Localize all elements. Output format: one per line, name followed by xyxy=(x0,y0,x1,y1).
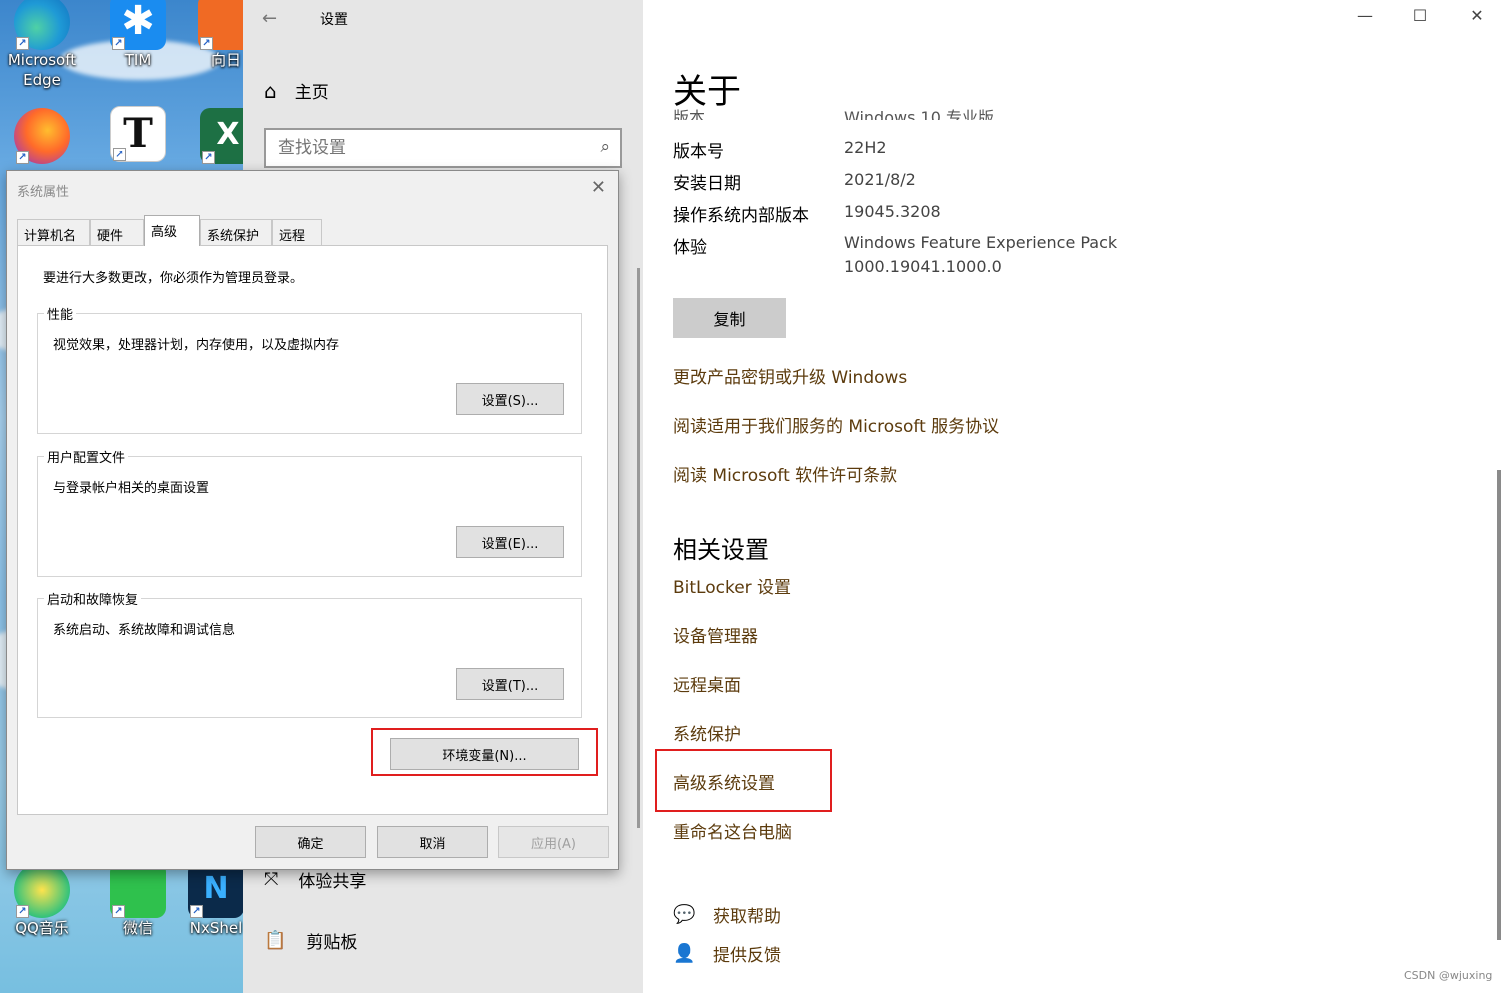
nav-home[interactable]: ⌂ 主页 xyxy=(264,78,329,104)
tim-icon: ✱ ↗ xyxy=(110,0,166,50)
maximize-icon[interactable]: ☐ xyxy=(1405,6,1435,25)
group-title: 性能 xyxy=(44,304,77,323)
qqmusic-icon: ↗ xyxy=(14,862,70,918)
desktop-icon-wechat[interactable]: ↗ 微信 xyxy=(98,862,178,938)
tab-remote[interactable]: 远程 xyxy=(272,219,322,245)
group-title: 启动和故障恢复 xyxy=(44,589,142,608)
tab-system-protection[interactable]: 系统保护 xyxy=(200,219,272,245)
tab-computer-name[interactable]: 计算机名 xyxy=(17,219,90,245)
apply-button[interactable]: 应用(A) xyxy=(498,826,609,858)
main-scrollbar[interactable] xyxy=(1497,470,1501,940)
spec-row-edition-partial: 版本 Windows 10 专业版 xyxy=(673,100,1233,120)
spec-value-line2: 1000.19041.1000.0 xyxy=(844,257,1002,276)
desktop-icon-typora[interactable]: T ↗ xyxy=(98,106,178,162)
get-help-label: 获取帮助 xyxy=(713,907,781,927)
get-help-link[interactable]: 💬 获取帮助 xyxy=(673,902,781,927)
spec-value: 22H2 xyxy=(844,138,887,157)
shared-experiences-icon: ⤧ xyxy=(264,869,279,890)
feedback-person-icon: 👤 xyxy=(673,943,696,964)
settings-window-title: 设置 xyxy=(320,12,348,28)
settings-search-input[interactable] xyxy=(278,137,578,159)
typora-icon: T ↗ xyxy=(110,106,166,162)
link-change-product-key[interactable]: 更改产品密钥或升级 Windows xyxy=(673,363,907,388)
feedback-link[interactable]: 👤 提供反馈 xyxy=(673,941,781,966)
highlight-box-env-variables xyxy=(371,728,598,776)
clipboard-icon: 📋 xyxy=(264,930,287,951)
spec-value: Windows Feature Experience Pack xyxy=(844,233,1118,252)
link-remote-desktop[interactable]: 远程桌面 xyxy=(673,671,741,696)
spec-label: 版本号 xyxy=(673,142,724,162)
close-icon[interactable]: ✕ xyxy=(1462,6,1492,25)
spec-value: 2021/8/2 xyxy=(844,170,916,189)
minimize-icon[interactable]: — xyxy=(1350,6,1380,25)
excel-icon: X ↗ xyxy=(200,108,243,164)
link-device-manager[interactable]: 设备管理器 xyxy=(673,622,758,647)
nav-scrollbar[interactable] xyxy=(637,268,640,828)
tab-hardware[interactable]: 硬件 xyxy=(90,219,144,245)
spec-label: 体验 xyxy=(673,238,707,258)
settings-search-box[interactable]: ⌕ xyxy=(264,128,622,168)
spec-label: 版本 xyxy=(673,108,706,120)
edge-icon: ↗ xyxy=(14,0,70,50)
nav-item-clipboard[interactable]: 📋 剪贴板 xyxy=(264,928,357,953)
dialog-title: 系统属性 xyxy=(17,185,70,200)
admin-note: 要进行大多数更改，你必须作为管理员登录。 xyxy=(43,271,304,286)
spec-value: Windows 10 专业版 xyxy=(844,108,994,120)
link-services-agreement[interactable]: 阅读适用于我们服务的 Microsoft 服务协议 xyxy=(673,412,999,437)
search-icon: ⌕ xyxy=(600,137,610,157)
highlight-box-advanced-settings xyxy=(655,749,832,812)
group-startup-recovery: 启动和故障恢复 系统启动、系统故障和调试信息 设置(T)... xyxy=(37,589,582,718)
sunlogin-icon: ↗ xyxy=(198,0,243,50)
link-license-terms[interactable]: 阅读 Microsoft 软件许可条款 xyxy=(673,461,897,486)
performance-settings-button[interactable]: 设置(S)... xyxy=(456,383,564,415)
cancel-button[interactable]: 取消 xyxy=(377,826,488,858)
link-rename-pc[interactable]: 重命名这台电脑 xyxy=(673,818,792,843)
spec-value: 19045.3208 xyxy=(844,202,941,221)
back-arrow-icon[interactable]: ← xyxy=(262,8,277,29)
ok-button[interactable]: 确定 xyxy=(255,826,366,858)
nav-item-label: 剪贴板 xyxy=(306,933,358,953)
group-title: 用户配置文件 xyxy=(44,447,129,466)
nav-home-label: 主页 xyxy=(294,83,329,103)
desktop-icon-edge[interactable]: ↗ Microsoft Edge xyxy=(2,0,82,90)
desktop-icon-qqmusic[interactable]: ↗ QQ音乐 xyxy=(2,862,82,938)
desktop-icon-excel[interactable]: X ↗ xyxy=(188,108,243,164)
wechat-icon: ↗ xyxy=(110,862,166,918)
chat-help-icon: 💬 xyxy=(673,904,696,925)
group-desc: 与登录帐户相关的桌面设置 xyxy=(53,481,210,496)
group-performance: 性能 视觉效果，处理器计划，内存使用，以及虚拟内存 设置(S)... xyxy=(37,304,582,434)
user-profiles-settings-button[interactable]: 设置(E)... xyxy=(456,526,564,558)
tab-advanced[interactable]: 高级 xyxy=(144,215,200,246)
spec-label: 安装日期 xyxy=(673,174,741,194)
desktop-icon-sunlogin[interactable]: ↗ 向日 xyxy=(186,0,243,70)
settings-main-pane xyxy=(643,0,1509,993)
link-bitlocker[interactable]: BitLocker 设置 xyxy=(673,573,791,598)
close-icon[interactable]: ✕ xyxy=(591,177,606,198)
feedback-label: 提供反馈 xyxy=(713,946,781,966)
desktop-icon-tim[interactable]: ✱ ↗ TIM xyxy=(98,0,178,70)
related-settings-title: 相关设置 xyxy=(673,536,769,564)
desktop-icon-nxshell[interactable]: N ↗ NxShel xyxy=(176,862,243,938)
link-system-protection[interactable]: 系统保护 xyxy=(673,720,741,745)
copy-button[interactable]: 复制 xyxy=(673,298,786,338)
system-properties-dialog: 系统属性 ✕ 计算机名 硬件 高级 系统保护 远程 要进行大多数更改，你必须作为… xyxy=(6,170,619,870)
home-icon: ⌂ xyxy=(264,78,277,103)
spec-label: 操作系统内部版本 xyxy=(673,206,809,226)
watermark: CSDN @wjuxing xyxy=(1404,969,1493,982)
group-desc: 系统启动、系统故障和调试信息 xyxy=(53,623,236,638)
nav-item-label: 体验共享 xyxy=(298,872,367,892)
desktop-icon-firefox[interactable]: ↗ xyxy=(2,108,82,164)
nav-item-shared-experiences[interactable]: ⤧ 体验共享 xyxy=(264,867,366,892)
group-user-profiles: 用户配置文件 与登录帐户相关的桌面设置 设置(E)... xyxy=(37,447,582,577)
nxshell-icon: N ↗ xyxy=(188,862,243,918)
group-desc: 视觉效果，处理器计划，内存使用，以及虚拟内存 xyxy=(53,338,340,353)
firefox-icon: ↗ xyxy=(14,108,70,164)
startup-recovery-settings-button[interactable]: 设置(T)... xyxy=(456,668,564,700)
